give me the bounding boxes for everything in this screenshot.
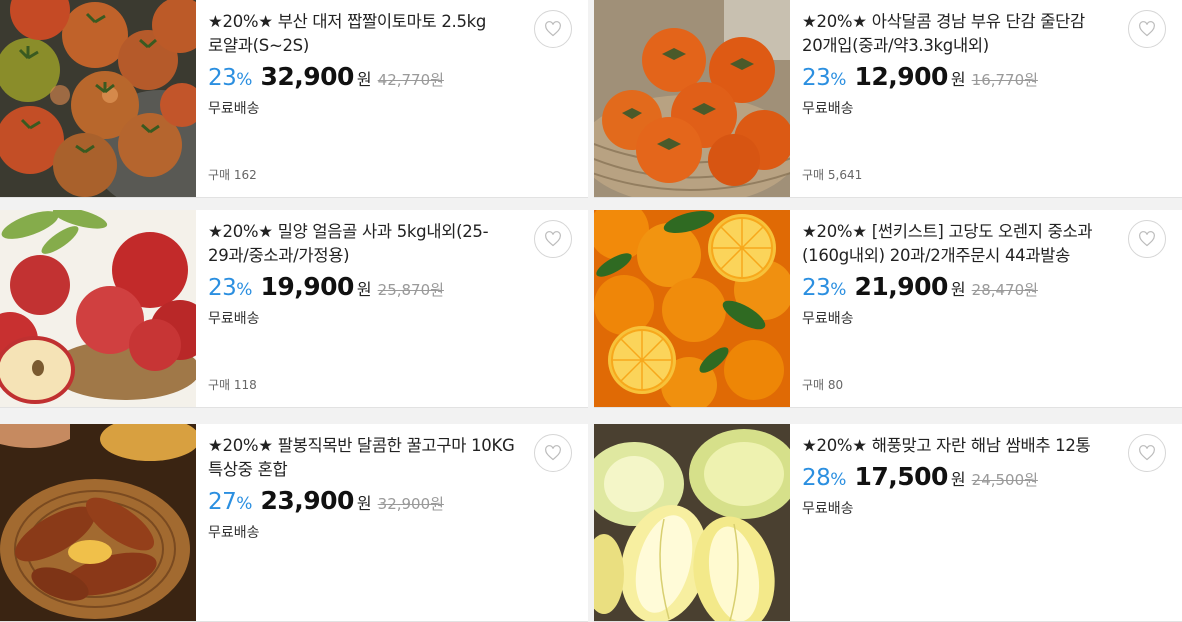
discount-rate: 23	[802, 275, 831, 301]
wishlist-button[interactable]	[534, 220, 572, 258]
shipping-label: 무료배송	[208, 101, 260, 117]
currency: 원	[356, 280, 372, 299]
heart-outline-icon	[545, 445, 561, 461]
original-price: 42,770원	[377, 71, 444, 89]
sale-price: 19,900	[260, 272, 354, 301]
purchase-count: 구매 118	[208, 378, 257, 392]
currency: 원	[950, 70, 966, 89]
price-row: 23% 19,900 원 25,870원	[208, 272, 526, 306]
product-card[interactable]: ★20%★ 팔봉직목반 달콤한 꿀고구마 10KG 특상중 혼합 27% 23,…	[0, 424, 588, 622]
shipping-label: 무료배송	[208, 525, 260, 541]
percent-sign: %	[236, 70, 253, 90]
heart-outline-icon	[1139, 445, 1155, 461]
product-info: ★20%★ 부산 대저 짭짤이토마토 2.5kg 로얄과(S~2S) 23% 3…	[208, 10, 526, 118]
shipping-label: 무료배송	[802, 311, 854, 327]
product-image-cabbage[interactable]	[594, 424, 790, 621]
product-card[interactable]: ★20%★ 부산 대저 짭짤이토마토 2.5kg 로얄과(S~2S) 23% 3…	[0, 0, 588, 198]
heart-outline-icon	[545, 231, 561, 247]
product-card[interactable]: ★20%★ 밀양 얼음골 사과 5kg내외(25-29과/중소과/가정용) 23…	[0, 210, 588, 408]
product-title[interactable]: ★20%★ 부산 대저 짭짤이토마토 2.5kg 로얄과(S~2S)	[208, 10, 526, 58]
heart-outline-icon	[1139, 21, 1155, 37]
shipping-label: 무료배송	[802, 501, 854, 517]
currency: 원	[356, 70, 372, 89]
sale-price: 32,900	[260, 62, 354, 91]
product-info: ★20%★ 팔봉직목반 달콤한 꿀고구마 10KG 특상중 혼합 27% 23,…	[208, 434, 526, 542]
discount-rate: 23	[208, 65, 237, 91]
product-image-persimmon[interactable]	[594, 0, 790, 197]
percent-sign: %	[830, 280, 847, 300]
wishlist-button[interactable]	[1128, 220, 1166, 258]
product-title[interactable]: ★20%★ 해풍맞고 자란 해남 쌈배추 12통	[802, 434, 1120, 458]
price-row: 23% 12,900 원 16,770원	[802, 62, 1120, 96]
price-row: 27% 23,900 원 32,900원	[208, 486, 526, 520]
percent-sign: %	[830, 470, 847, 490]
discount-rate: 23	[208, 275, 237, 301]
product-title[interactable]: ★20%★ 밀양 얼음골 사과 5kg내외(25-29과/중소과/가정용)	[208, 220, 526, 268]
shipping-label: 무료배송	[802, 101, 854, 117]
wishlist-button[interactable]	[1128, 434, 1166, 472]
product-title[interactable]: ★20%★ 팔봉직목반 달콤한 꿀고구마 10KG 특상중 혼합	[208, 434, 526, 482]
currency: 원	[950, 470, 966, 489]
price-row: 23% 32,900 원 42,770원	[208, 62, 526, 96]
discount-rate: 28	[802, 465, 831, 491]
discount-rate: 27	[208, 489, 237, 515]
purchase-count: 구매 162	[208, 168, 257, 182]
shipping-label: 무료배송	[208, 311, 260, 327]
original-price: 16,770원	[971, 71, 1038, 89]
original-price: 28,470원	[971, 281, 1038, 299]
product-card[interactable]: ★20%★ [썬키스트] 고당도 오렌지 중소과(160g내외) 20과/2개주…	[594, 210, 1182, 408]
currency: 원	[356, 494, 372, 513]
original-price: 24,500원	[971, 471, 1038, 489]
product-image-apple[interactable]	[0, 210, 196, 407]
wishlist-button[interactable]	[1128, 10, 1166, 48]
product-image-orange[interactable]	[594, 210, 790, 407]
wishlist-button[interactable]	[534, 10, 572, 48]
percent-sign: %	[236, 280, 253, 300]
percent-sign: %	[236, 494, 253, 514]
purchase-count: 구매 80	[802, 378, 844, 392]
price-row: 28% 17,500 원 24,500원	[802, 462, 1120, 496]
product-title[interactable]: ★20%★ 아삭달콤 경남 부유 단감 줄단감 20개입(중과/약3.3kg내외…	[802, 10, 1120, 58]
product-image-sweet-potato[interactable]	[0, 424, 196, 621]
heart-outline-icon	[1139, 231, 1155, 247]
original-price: 32,900원	[377, 495, 444, 513]
price-row: 23% 21,900 원 28,470원	[802, 272, 1120, 306]
wishlist-button[interactable]	[534, 434, 572, 472]
product-info: ★20%★ 해풍맞고 자란 해남 쌈배추 12통 28% 17,500 원 24,…	[802, 434, 1120, 518]
currency: 원	[950, 280, 966, 299]
product-info: ★20%★ 밀양 얼음골 사과 5kg내외(25-29과/중소과/가정용) 23…	[208, 220, 526, 328]
product-image-tomato[interactable]	[0, 0, 196, 197]
sale-price: 23,900	[260, 486, 354, 515]
discount-rate: 23	[802, 65, 831, 91]
product-info: ★20%★ 아삭달콤 경남 부유 단감 줄단감 20개입(중과/약3.3kg내외…	[802, 10, 1120, 118]
product-card[interactable]: ★20%★ 아삭달콤 경남 부유 단감 줄단감 20개입(중과/약3.3kg내외…	[594, 0, 1182, 198]
sale-price: 12,900	[854, 62, 948, 91]
product-info: ★20%★ [썬키스트] 고당도 오렌지 중소과(160g내외) 20과/2개주…	[802, 220, 1120, 328]
heart-outline-icon	[545, 21, 561, 37]
product-title[interactable]: ★20%★ [썬키스트] 고당도 오렌지 중소과(160g내외) 20과/2개주…	[802, 220, 1120, 268]
sale-price: 17,500	[854, 462, 948, 491]
purchase-count: 구매 5,641	[802, 168, 863, 182]
original-price: 25,870원	[377, 281, 444, 299]
sale-price: 21,900	[854, 272, 948, 301]
product-card[interactable]: ★20%★ 해풍맞고 자란 해남 쌈배추 12통 28% 17,500 원 24,…	[594, 424, 1182, 622]
percent-sign: %	[830, 70, 847, 90]
